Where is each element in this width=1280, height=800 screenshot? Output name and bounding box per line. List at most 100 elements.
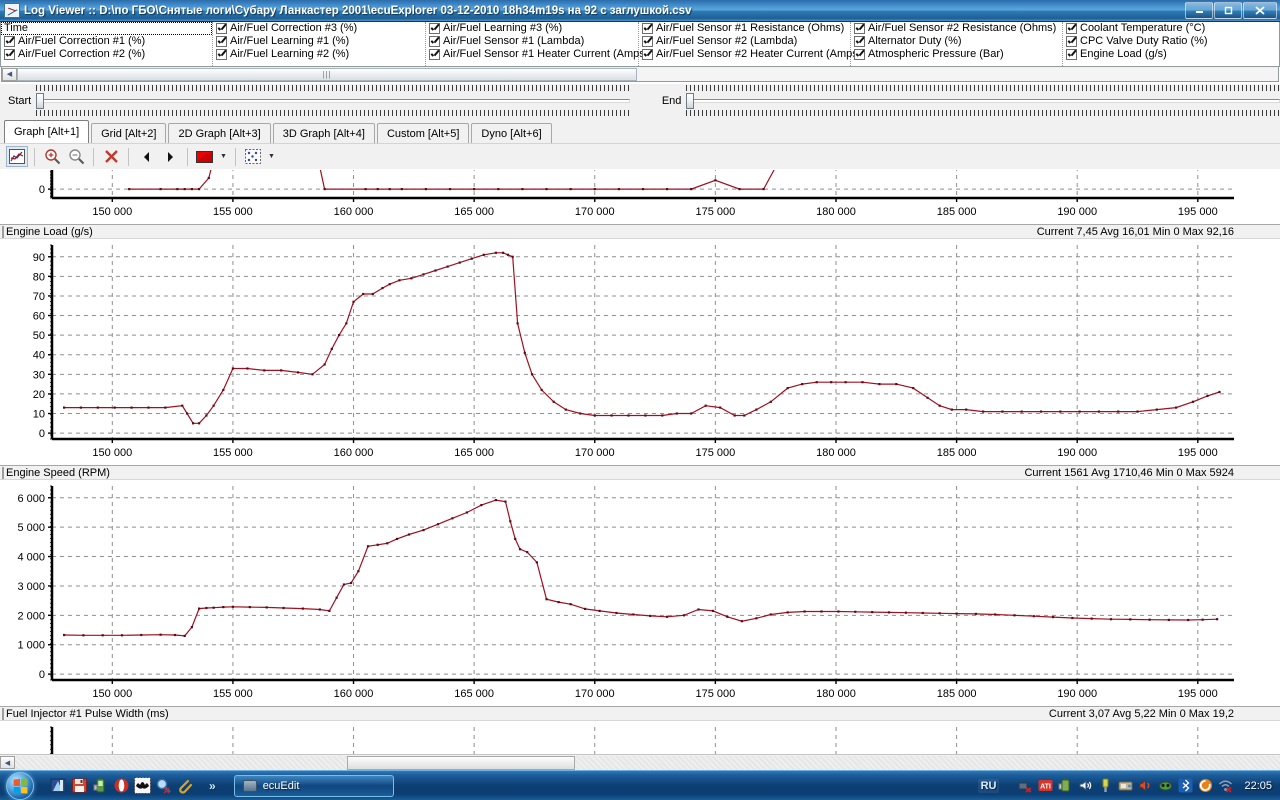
tab-3d-graph[interactable]: 3D Graph [Alt+4] (272, 123, 375, 143)
clock[interactable]: 22:05 (1244, 780, 1272, 792)
batman-app-icon[interactable] (134, 777, 151, 794)
marker-style-icon[interactable] (242, 146, 264, 167)
checkbox-icon[interactable] (642, 36, 653, 47)
checkbox-icon[interactable] (4, 49, 15, 60)
parameter-item-cpc-valve-duty[interactable]: CPC Valve Duty Ratio (%) (1063, 35, 1279, 48)
scrollbar-track[interactable]: ||| (17, 67, 1278, 81)
parameter-item-afc3[interactable]: Air/Fuel Correction #3 (%) (213, 22, 425, 35)
opera-browser-icon[interactable] (113, 777, 130, 794)
checkbox-icon[interactable] (854, 23, 865, 34)
checkbox-icon[interactable] (854, 49, 865, 60)
checkbox-icon[interactable] (429, 23, 440, 34)
checkbox-icon[interactable] (642, 49, 653, 60)
media-player-icon[interactable] (50, 777, 67, 794)
tab-custom[interactable]: Custom [Alt+5] (376, 123, 470, 143)
minimize-button[interactable] (1185, 2, 1213, 19)
graph-properties-icon[interactable] (6, 146, 28, 167)
phone-tool-icon[interactable] (92, 777, 109, 794)
next-icon[interactable] (159, 146, 181, 167)
save-disk-icon[interactable] (71, 777, 88, 794)
parameter-item-afl1[interactable]: Air/Fuel Learning #1 (%) (213, 35, 425, 48)
parameter-item-afs2-resistance[interactable]: Air/Fuel Sensor #2 Resistance (Ohms) (851, 22, 1062, 35)
language-indicator[interactable]: RU (977, 778, 1000, 793)
removable-media-icon[interactable] (1118, 778, 1133, 793)
parameter-item-afs2-lambda[interactable]: Air/Fuel Sensor #2 (Lambda) (639, 35, 850, 48)
chart-panel-engine-speed[interactable]: Engine Speed (RPM) Current 1561 Avg 1710… (0, 465, 1280, 706)
previous-icon[interactable] (135, 146, 157, 167)
color-picker-icon[interactable] (194, 146, 216, 167)
graph-horizontal-scrollbar[interactable]: ◀ (0, 754, 1280, 770)
checkbox-icon[interactable] (854, 36, 865, 47)
zoom-in-icon[interactable] (41, 146, 63, 167)
parameter-item-atmospheric-pressure[interactable]: Atmospheric Pressure (Bar) (851, 48, 1062, 61)
chart-panel-clipped-top[interactable]: 010150 000155 000160 000165 000170 00017… (0, 169, 1280, 224)
start-trackbar[interactable] (36, 85, 630, 116)
scrollbar-thumb[interactable]: ||| (17, 67, 637, 81)
end-trackbar[interactable] (686, 85, 1280, 116)
parameter-horizontal-scrollbar[interactable]: ◀ ||| (1, 67, 1279, 82)
scroll-left-icon[interactable]: ◀ (0, 756, 15, 769)
paperclip-icon[interactable] (176, 777, 193, 794)
scroll-left-icon[interactable]: ◀ (2, 67, 17, 81)
parameter-item-coolant-temperature[interactable]: Coolant Temperature (°C) (1063, 22, 1279, 35)
scrollbar-thumb[interactable] (347, 755, 575, 770)
checkbox-icon[interactable] (4, 36, 15, 47)
plot-area[interactable]: 010150 000155 000160 000165 000170 00017… (0, 169, 1280, 224)
battery-icon[interactable] (1058, 778, 1073, 793)
checkbox-icon[interactable] (429, 49, 440, 60)
close-button[interactable] (1243, 2, 1277, 19)
nvidia-tool-icon[interactable] (1158, 778, 1173, 793)
wireless-error-icon[interactable] (1218, 778, 1233, 793)
checkbox-icon[interactable] (642, 23, 653, 34)
color-picker-dropdown-icon[interactable]: ▼ (218, 146, 229, 167)
tab-2d-graph[interactable]: 2D Graph [Alt+3] (168, 123, 271, 143)
parameter-item-afl3[interactable]: Air/Fuel Learning #3 (%) (426, 22, 638, 35)
scrollbar-track[interactable] (15, 755, 1280, 770)
maximize-button[interactable] (1214, 2, 1242, 19)
tab-grid[interactable]: Grid [Alt+2] (91, 123, 167, 143)
parameter-item-afl2[interactable]: Air/Fuel Learning #2 (%) (213, 48, 425, 61)
bluetooth-icon[interactable] (1178, 778, 1193, 793)
usb-device-icon[interactable] (1098, 778, 1113, 793)
search-icon[interactable] (155, 777, 172, 794)
quick-launch-overflow-icon[interactable]: » (209, 779, 216, 793)
tab-dyno[interactable]: Dyno [Alt+6] (471, 123, 552, 143)
checkbox-icon[interactable] (216, 36, 227, 47)
plot-area[interactable]: 0 1 000 2 000 3 000 4 000 5 000 6 000 150 000 15… (0, 480, 1280, 706)
trackbar-groove-area[interactable] (36, 92, 630, 109)
plot-area[interactable]: 0 10 20 30 40 50 60 70 80 90 150 000 155 000 160 000… (0, 239, 1280, 465)
updater-icon[interactable] (1198, 778, 1213, 793)
checkbox-icon[interactable] (1066, 49, 1077, 60)
chart-canvas-2[interactable]: 0 1 000 2 000 3 000 4 000 5 000 6 000 150 000 15… (0, 480, 1280, 706)
chart-panel-engine-load[interactable]: Engine Load (g/s) Current 7,45 Avg 16,01… (0, 224, 1280, 465)
checkbox-icon[interactable] (429, 36, 440, 47)
parameter-item-afs2-heater[interactable]: Air/Fuel Sensor #2 Heater Current (Amps) (639, 48, 861, 61)
parameter-item-afc1[interactable]: Air/Fuel Correction #1 (%) (1, 35, 212, 48)
chart-canvas-3[interactable]: 20 (0, 721, 1280, 754)
parameter-item-afs1-resistance[interactable]: Air/Fuel Sensor #1 Resistance (Ohms) (639, 22, 850, 35)
ati-catalyst-icon[interactable]: ATI (1038, 778, 1053, 793)
parameter-item-afs1-heater[interactable]: Air/Fuel Sensor #1 Heater Current (Amps) (426, 48, 648, 61)
parameter-item-afc2[interactable]: Air/Fuel Correction #2 (%) (1, 48, 212, 61)
checkbox-icon[interactable] (216, 23, 227, 34)
parameter-item-afs1-lambda[interactable]: Air/Fuel Sensor #1 (Lambda) (426, 35, 638, 48)
start-button[interactable] (6, 771, 34, 800)
chart-panel-fuel-injector[interactable]: Fuel Injector #1 Pulse Width (ms) Curren… (0, 706, 1280, 754)
volume-icon[interactable] (1078, 778, 1093, 793)
plot-area[interactable]: 20 (0, 721, 1280, 754)
tab-graph[interactable]: Graph [Alt+1] (4, 120, 90, 143)
parameter-item-alternator-duty[interactable]: Alternator Duty (%) (851, 35, 1062, 48)
zoom-out-icon[interactable] (65, 146, 87, 167)
parameter-item-time[interactable]: Time (1, 22, 212, 35)
parameter-list-panel[interactable]: Time Air/Fuel Correction #1 (%) Air/Fuel… (0, 22, 1280, 67)
speaker-icon[interactable] (1138, 778, 1153, 793)
taskbar-window-ecuedit[interactable]: ecuEdit (233, 774, 394, 797)
network-error-icon[interactable] (1018, 778, 1033, 793)
marker-style-dropdown-icon[interactable]: ▼ (266, 146, 277, 167)
end-trackbar-thumb[interactable] (686, 92, 695, 109)
chart-canvas-1[interactable]: 0 10 20 30 40 50 60 70 80 90 150 000 155 000 160 000… (0, 239, 1280, 465)
parameter-item-engine-load[interactable]: Engine Load (g/s) (1063, 48, 1279, 61)
checkbox-icon[interactable] (216, 49, 227, 60)
chart-canvas-0[interactable]: 010150 000155 000160 000165 000170 00017… (0, 169, 1280, 224)
trackbar-groove-area[interactable] (686, 92, 1280, 109)
